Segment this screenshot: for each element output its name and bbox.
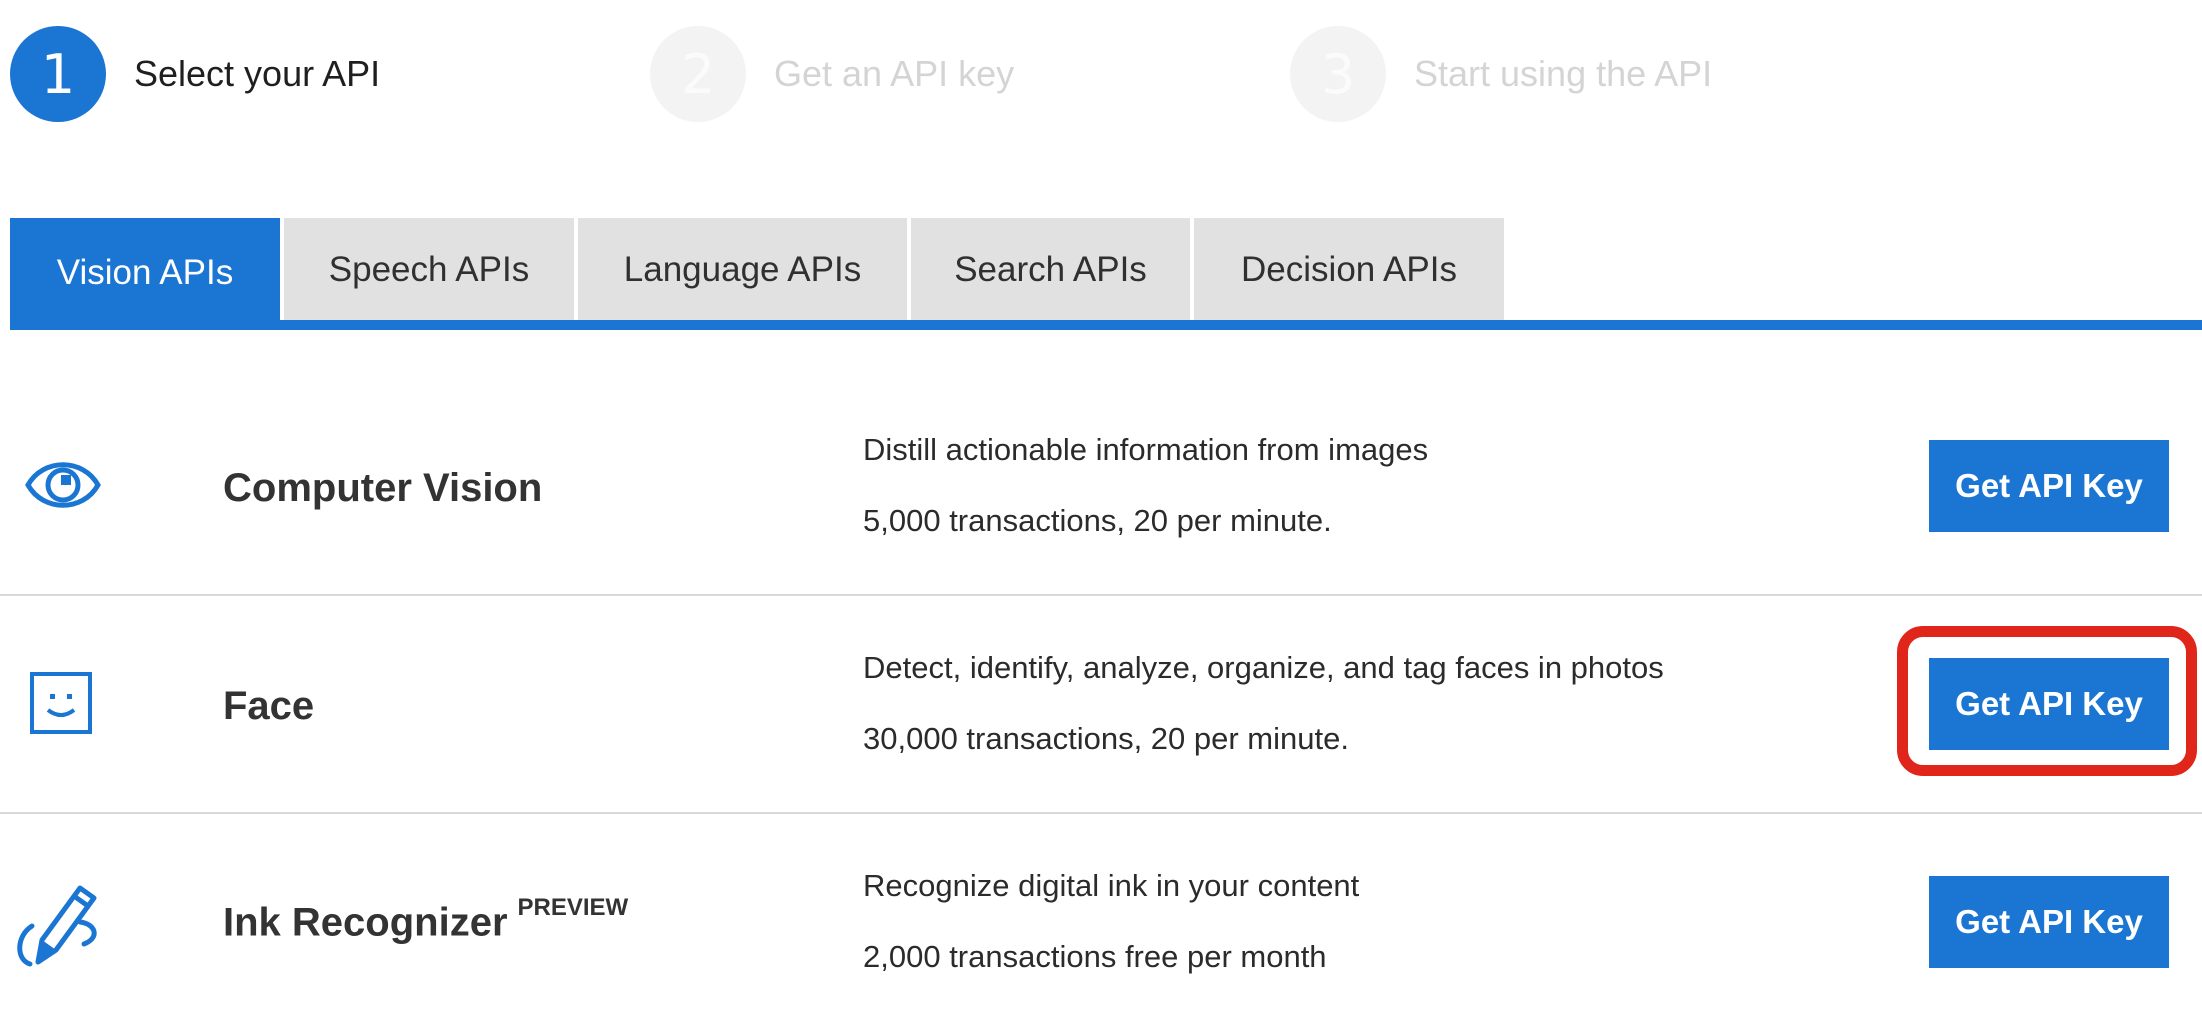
- tab-vision-apis[interactable]: Vision APIs: [10, 218, 280, 328]
- api-row-face: Face Detect, identify, analyze, organize…: [0, 596, 2202, 814]
- api-category-tabs: Vision APIs Speech APIs Language APIs Se…: [10, 218, 2202, 330]
- wizard-steps: 1 Select your API 2 Get an API key 3 Sta…: [10, 26, 1910, 122]
- api-description: Detect, identify, analyze, organize, and…: [863, 650, 1664, 685]
- api-description: Recognize digital ink in your content: [863, 868, 1360, 903]
- get-api-key-button-computer-vision[interactable]: Get API Key: [1929, 440, 2169, 532]
- step-label: Select your API: [134, 53, 381, 94]
- step-label: Get an API key: [774, 53, 1015, 94]
- api-quota: 2,000 transactions free per month: [863, 939, 1327, 974]
- step-number: 1: [10, 26, 106, 122]
- api-title: Face: [223, 684, 315, 728]
- eye-icon: [25, 462, 101, 508]
- tab-speech-apis[interactable]: Speech APIs: [284, 218, 574, 322]
- step-get-key: 2 Get an API key: [650, 26, 1014, 122]
- step-number: 3: [1290, 26, 1386, 122]
- get-api-key-button-ink-recognizer[interactable]: Get API Key: [1929, 876, 2169, 968]
- step-label: Start using the API: [1414, 53, 1713, 94]
- api-quota: 30,000 transactions, 20 per minute.: [863, 721, 1349, 756]
- api-title-text: Ink Recognizer: [223, 900, 508, 945]
- preview-badge: PREVIEW: [517, 894, 629, 921]
- tab-underline: [10, 320, 2202, 330]
- step-select-api: 1 Select your API: [10, 26, 380, 122]
- tab-language-apis[interactable]: Language APIs: [578, 218, 907, 322]
- tab-search-apis[interactable]: Search APIs: [911, 218, 1190, 322]
- get-api-key-button-face[interactable]: Get API Key: [1929, 658, 2169, 750]
- api-quota: 5,000 transactions, 20 per minute.: [863, 503, 1332, 538]
- tab-decision-apis[interactable]: Decision APIs: [1194, 218, 1504, 322]
- api-title: Ink Recognizer PREVIEW: [223, 894, 628, 945]
- smiley-face-icon: [30, 672, 92, 734]
- api-description: Distill actionable information from imag…: [863, 432, 1429, 467]
- api-title: Computer Vision: [223, 466, 543, 510]
- step-start-using: 3 Start using the API: [1290, 26, 1712, 122]
- pen-ink-icon: [17, 885, 97, 967]
- step-number: 2: [650, 26, 746, 122]
- api-row-computer-vision: Computer Vision Distill actionable infor…: [0, 378, 2202, 596]
- api-row-ink-recognizer: Ink Recognizer PREVIEW Recognize digital …: [0, 814, 2202, 1014]
